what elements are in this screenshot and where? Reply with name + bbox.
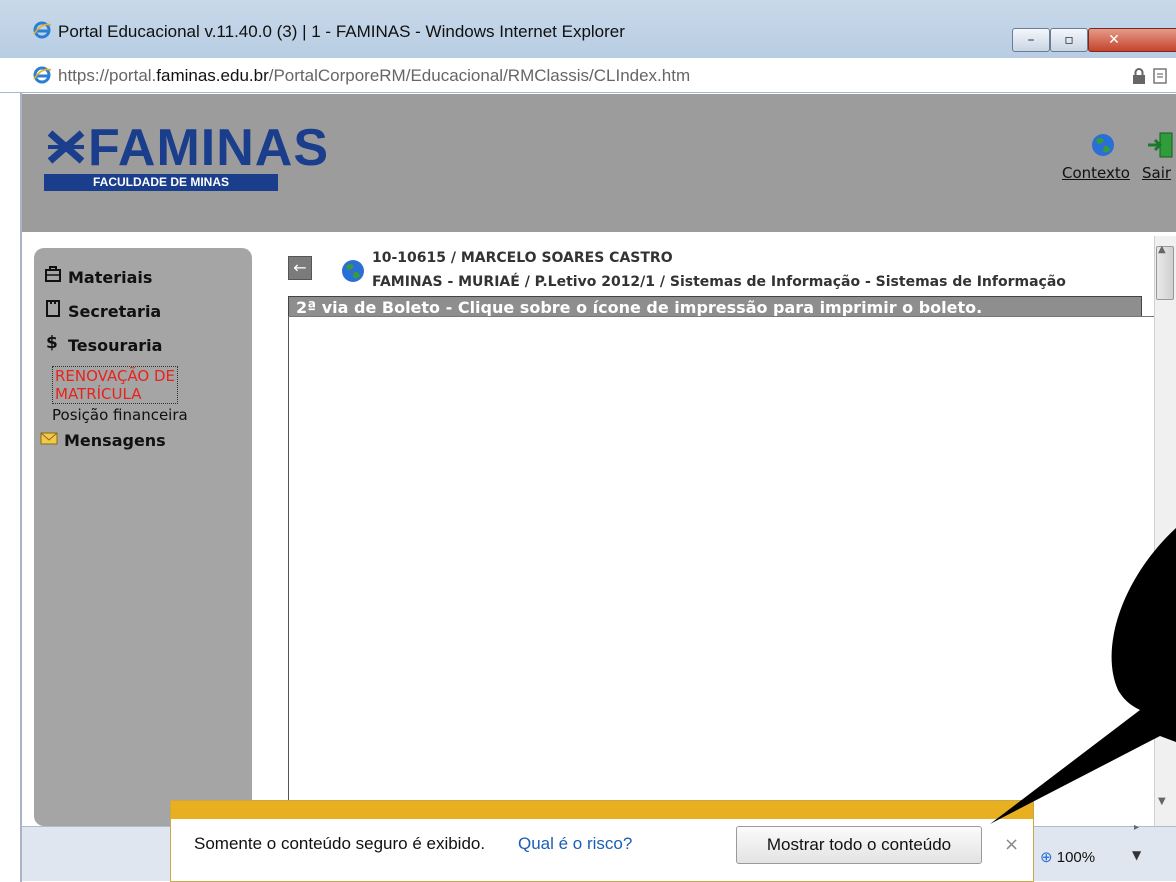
- globe-icon: [342, 260, 364, 282]
- envelope-icon: [40, 430, 58, 450]
- boleto-frame: [288, 316, 1155, 837]
- notification-accent-bar: [171, 801, 1033, 819]
- back-button[interactable]: ←: [288, 256, 312, 280]
- student-info: 10-10615 / MARCELO SOARES CASTRO: [372, 250, 673, 266]
- window-title: Portal Educacional v.11.40.0 (3) | 1 - F…: [58, 22, 625, 41]
- zoom-dropdown-icon[interactable]: ▼: [1132, 848, 1141, 862]
- faminas-logo[interactable]: FAMINAS: [44, 122, 329, 174]
- globe-icon[interactable]: [1090, 132, 1116, 158]
- page-icon: [33, 66, 52, 84]
- sidebar-item-posicao-financeira[interactable]: Posição financeira: [52, 406, 188, 424]
- scroll-up-arrow-icon[interactable]: ▲: [1158, 244, 1166, 255]
- sidebar-item-mensagens[interactable]: Mensagens: [40, 430, 166, 450]
- compatibility-view-icon[interactable]: [1152, 66, 1174, 86]
- show-all-content-button[interactable]: Mostrar todo o conteúdo: [736, 826, 982, 864]
- close-notification-icon[interactable]: ×: [1004, 834, 1019, 855]
- exit-door-icon[interactable]: [1146, 130, 1176, 160]
- scroll-down-arrow-icon[interactable]: ▼: [1158, 796, 1166, 807]
- sidebar-item-tesouraria[interactable]: $ Tesouraria: [44, 333, 162, 355]
- contexto-link[interactable]: Contexto: [1062, 164, 1130, 182]
- sidebar-item-secretaria[interactable]: Secretaria: [44, 299, 161, 321]
- svg-text:$: $: [46, 333, 58, 351]
- notification-message: Somente o conteúdo seguro é exibido.: [194, 834, 486, 853]
- sidebar-item-renovacao-matricula[interactable]: RENOVAÇÃO DE MATRÍCULA: [52, 366, 179, 404]
- minimize-button[interactable]: –: [1012, 28, 1050, 52]
- boleto-title: 2ª via de Boleto - Clique sobre o ícone …: [296, 298, 983, 317]
- sidebar-item-materiais[interactable]: Materiais: [44, 265, 152, 287]
- vertical-scrollbar[interactable]: [1154, 236, 1176, 826]
- zoom-level[interactable]: ⊕ 100%: [1040, 848, 1095, 866]
- notification-risk-link[interactable]: Qual é o risco?: [518, 834, 632, 854]
- sair-link[interactable]: Sair: [1142, 164, 1171, 182]
- logo-cross-icon: [47, 130, 85, 164]
- address-url[interactable]: https://portal.faminas.edu.br/PortalCorp…: [58, 66, 690, 86]
- backpack-icon: [44, 265, 62, 287]
- zoom-icon: ⊕: [1040, 849, 1053, 866]
- course-info: FAMINAS - MURIAÉ / P.Letivo 2012/1 / Sis…: [372, 274, 1066, 290]
- logo-subtitle: FACULDADE DE MINAS: [44, 174, 278, 191]
- lock-icon[interactable]: [1132, 68, 1146, 84]
- scroll-right-arrow-icon[interactable]: ▸: [1134, 822, 1139, 833]
- clipboard-icon: [44, 299, 62, 321]
- internet-explorer-icon: [33, 21, 52, 39]
- close-window-button[interactable]: ✕: [1088, 28, 1176, 52]
- dollar-icon: $: [44, 333, 62, 355]
